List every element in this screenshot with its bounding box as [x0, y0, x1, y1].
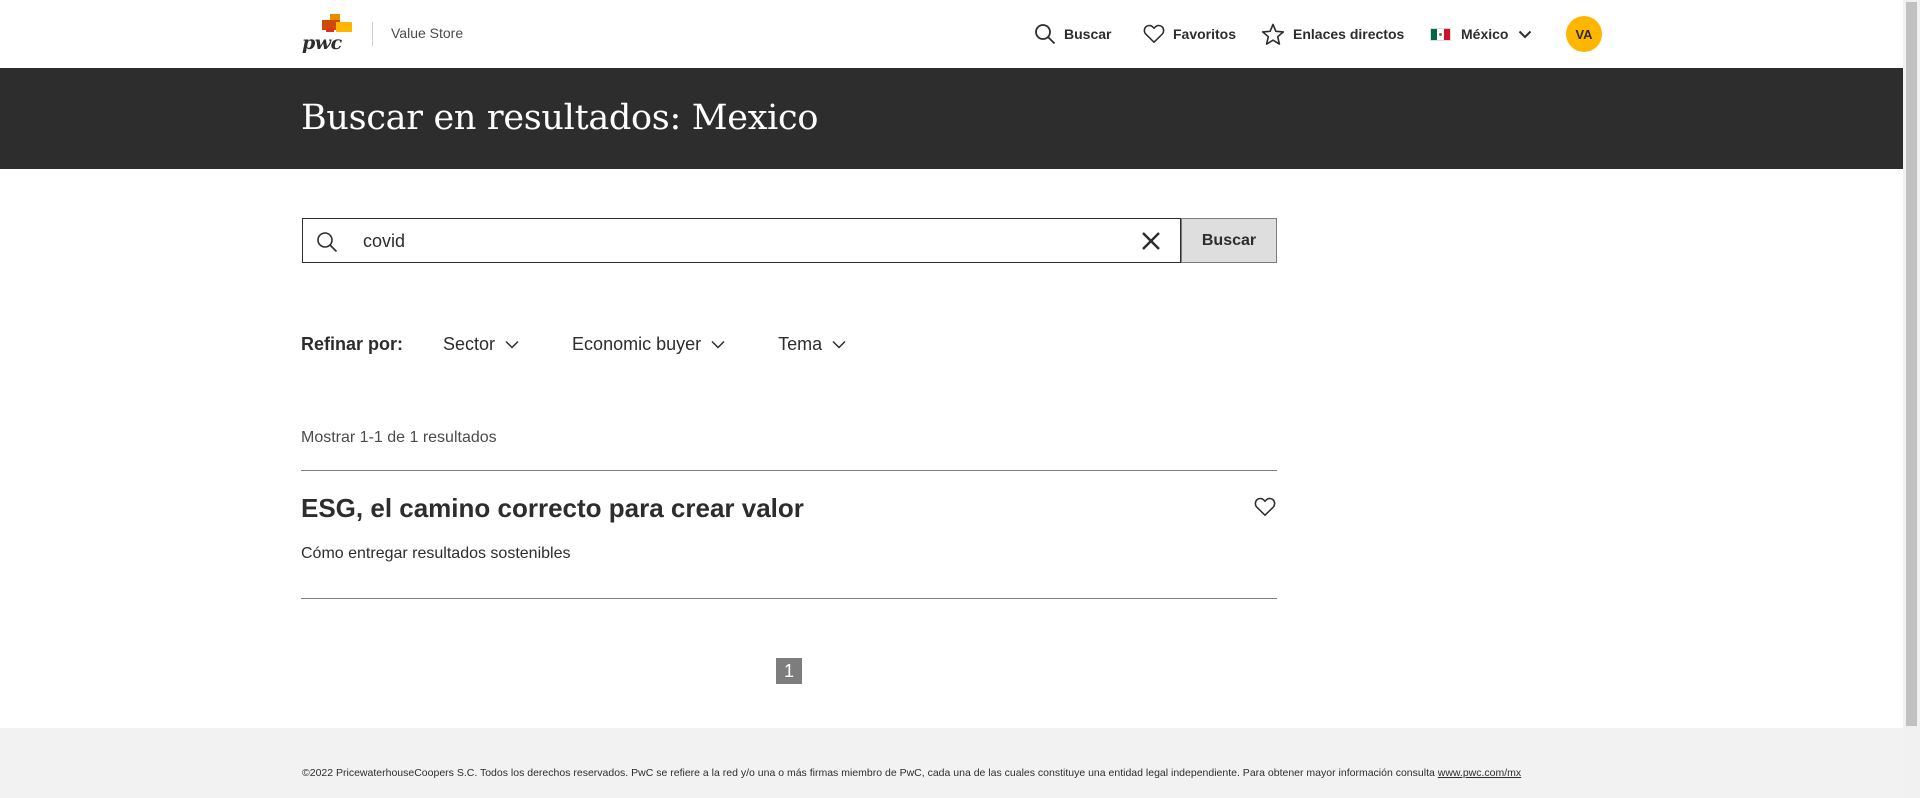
country-selector[interactable]: México	[1430, 22, 1540, 46]
page-title: Buscar en resultados: Mexico	[301, 98, 819, 138]
nav-search-label: Buscar	[1064, 26, 1112, 42]
search-submit-button[interactable]: Buscar	[1181, 218, 1277, 263]
filter-label: Tema	[778, 333, 823, 354]
app-name: Value Store	[391, 25, 464, 41]
nav-shortcuts-link[interactable]: Enlaces directos	[1261, 22, 1404, 46]
country-label: México	[1461, 26, 1509, 42]
favorite-heart-icon[interactable]	[1254, 497, 1276, 517]
filter-sector-dropdown[interactable]: Sector	[443, 334, 519, 355]
results-divider	[301, 470, 1277, 471]
footer-legal-text: ©2022 PricewaterhouseCoopers S.C. Todos …	[302, 767, 1521, 779]
results-count: Mostrar 1-1 de 1 resultados	[301, 429, 497, 446]
nav-favorites-link[interactable]: Favoritos	[1143, 22, 1236, 46]
clear-search-icon[interactable]	[1141, 231, 1161, 251]
heart-icon	[1143, 24, 1165, 43]
refine-label: Refinar por:	[301, 333, 404, 354]
filter-economic-buyer-dropdown[interactable]: Economic buyer	[572, 334, 725, 355]
logo-wordmark: pwc	[302, 32, 342, 54]
results-divider	[301, 598, 1277, 599]
footer-text: ©2022 PricewaterhouseCoopers S.C. Todos …	[302, 767, 1438, 779]
filter-label: Sector	[443, 333, 496, 354]
nav-search-link[interactable]: Buscar	[1034, 22, 1111, 46]
footer: ©2022 PricewaterhouseCoopers S.C. Todos …	[0, 728, 1903, 798]
header-divider	[372, 22, 373, 46]
search-input[interactable]	[363, 227, 1103, 255]
chevron-down-icon	[711, 340, 725, 349]
refine-filters: Refinar por: Sector Economic buyer Tema	[301, 332, 846, 356]
footer-pwc-link[interactable]: www.pwc.com/mx	[1438, 767, 1521, 779]
star-icon	[1261, 23, 1285, 45]
search-field-container	[302, 218, 1181, 263]
pagination-page-1[interactable]: 1	[776, 658, 802, 684]
pwc-logo[interactable]: pwc	[300, 14, 356, 54]
result-description: Cómo entregar resultados sostenibles	[301, 545, 571, 562]
mexico-flag-icon	[1430, 27, 1451, 41]
chevron-down-icon	[832, 340, 846, 349]
chevron-down-icon	[1519, 30, 1532, 38]
top-header: pwc Value Store Buscar Favoritos Enlaces…	[0, 0, 1903, 68]
search-icon	[1035, 24, 1056, 45]
search-icon	[317, 232, 338, 253]
filter-tema-dropdown[interactable]: Tema	[778, 334, 846, 355]
user-avatar[interactable]: VA	[1566, 16, 1602, 52]
vertical-scrollbar[interactable]	[1903, 0, 1920, 798]
page-banner: Buscar en resultados: Mexico	[0, 68, 1903, 169]
chevron-down-icon	[505, 340, 519, 349]
nav-shortcuts-label: Enlaces directos	[1293, 26, 1405, 42]
search-bar: Buscar	[302, 218, 1277, 263]
filter-label: Economic buyer	[572, 333, 702, 354]
scrollbar-thumb[interactable]	[1906, 2, 1917, 726]
nav-favorites-label: Favoritos	[1173, 26, 1237, 42]
result-title-link[interactable]: ESG, el camino correcto para crear valor	[301, 493, 804, 524]
logo-block	[336, 22, 352, 32]
